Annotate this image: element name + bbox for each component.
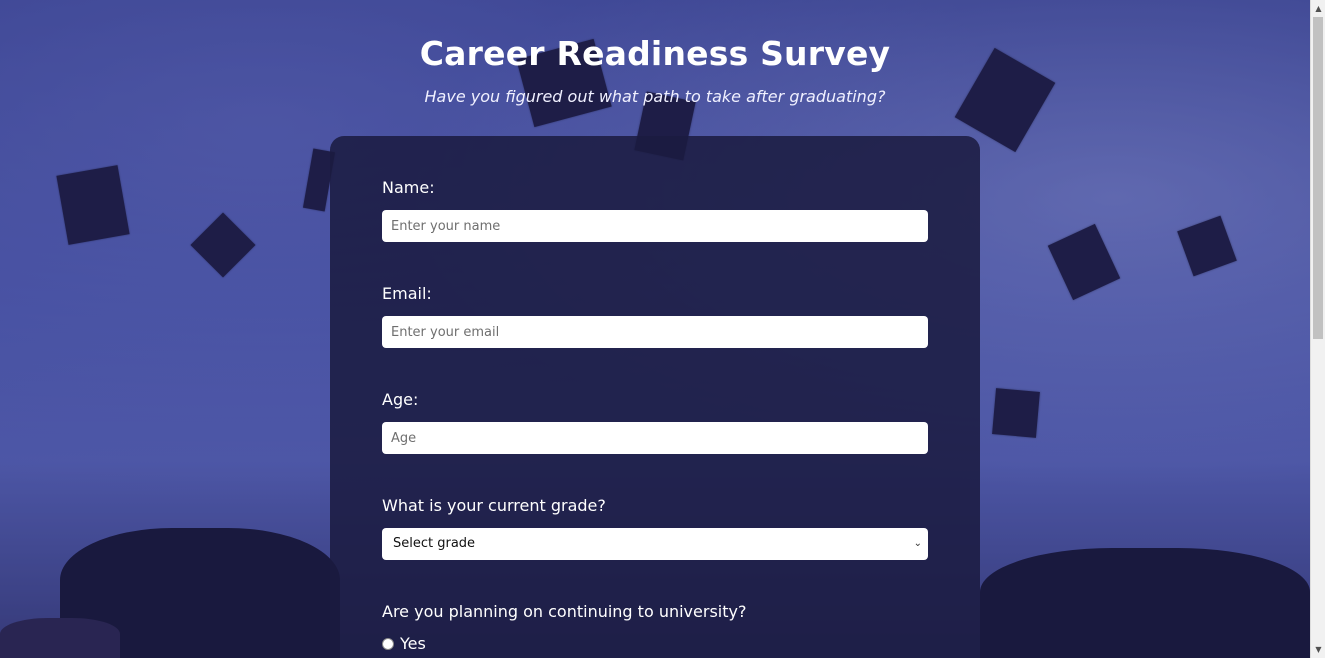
university-option-yes-label: Yes: [400, 634, 426, 653]
page-header: Career Readiness Survey Have you figured…: [0, 34, 1310, 106]
page-title: Career Readiness Survey: [419, 34, 891, 73]
university-option-yes[interactable]: Yes: [382, 634, 928, 653]
scroll-down-arrow-icon[interactable]: ▼: [1311, 641, 1325, 658]
page-subtitle: Have you figured out what path to take a…: [424, 87, 886, 106]
email-field: Email:: [382, 284, 928, 348]
scroll-up-arrow-icon[interactable]: ▲: [1311, 0, 1325, 17]
age-input[interactable]: [382, 422, 928, 454]
radio-button[interactable]: [382, 637, 394, 650]
age-label: Age:: [382, 390, 419, 409]
university-label: Are you planning on continuing to univer…: [382, 602, 747, 621]
university-field: Are you planning on continuing to univer…: [382, 602, 928, 653]
grade-select-value: Select grade: [393, 536, 476, 551]
scrollbar-thumb[interactable]: [1313, 17, 1323, 339]
grade-field: What is your current grade? Select grade…: [382, 496, 928, 560]
age-field: Age:: [382, 390, 928, 454]
grade-select[interactable]: Select grade ⌄: [382, 528, 928, 560]
grade-label: What is your current grade?: [382, 496, 606, 515]
email-label: Email:: [382, 284, 432, 303]
survey-form: Name: Email: Age: What is your current g…: [330, 136, 980, 658]
name-input[interactable]: [382, 210, 928, 242]
vertical-scrollbar[interactable]: ▲ ▼: [1310, 0, 1325, 658]
name-label: Name:: [382, 178, 435, 197]
email-input[interactable]: [382, 316, 928, 348]
name-field: Name:: [382, 178, 928, 242]
chevron-down-icon: ⌄: [913, 538, 922, 549]
